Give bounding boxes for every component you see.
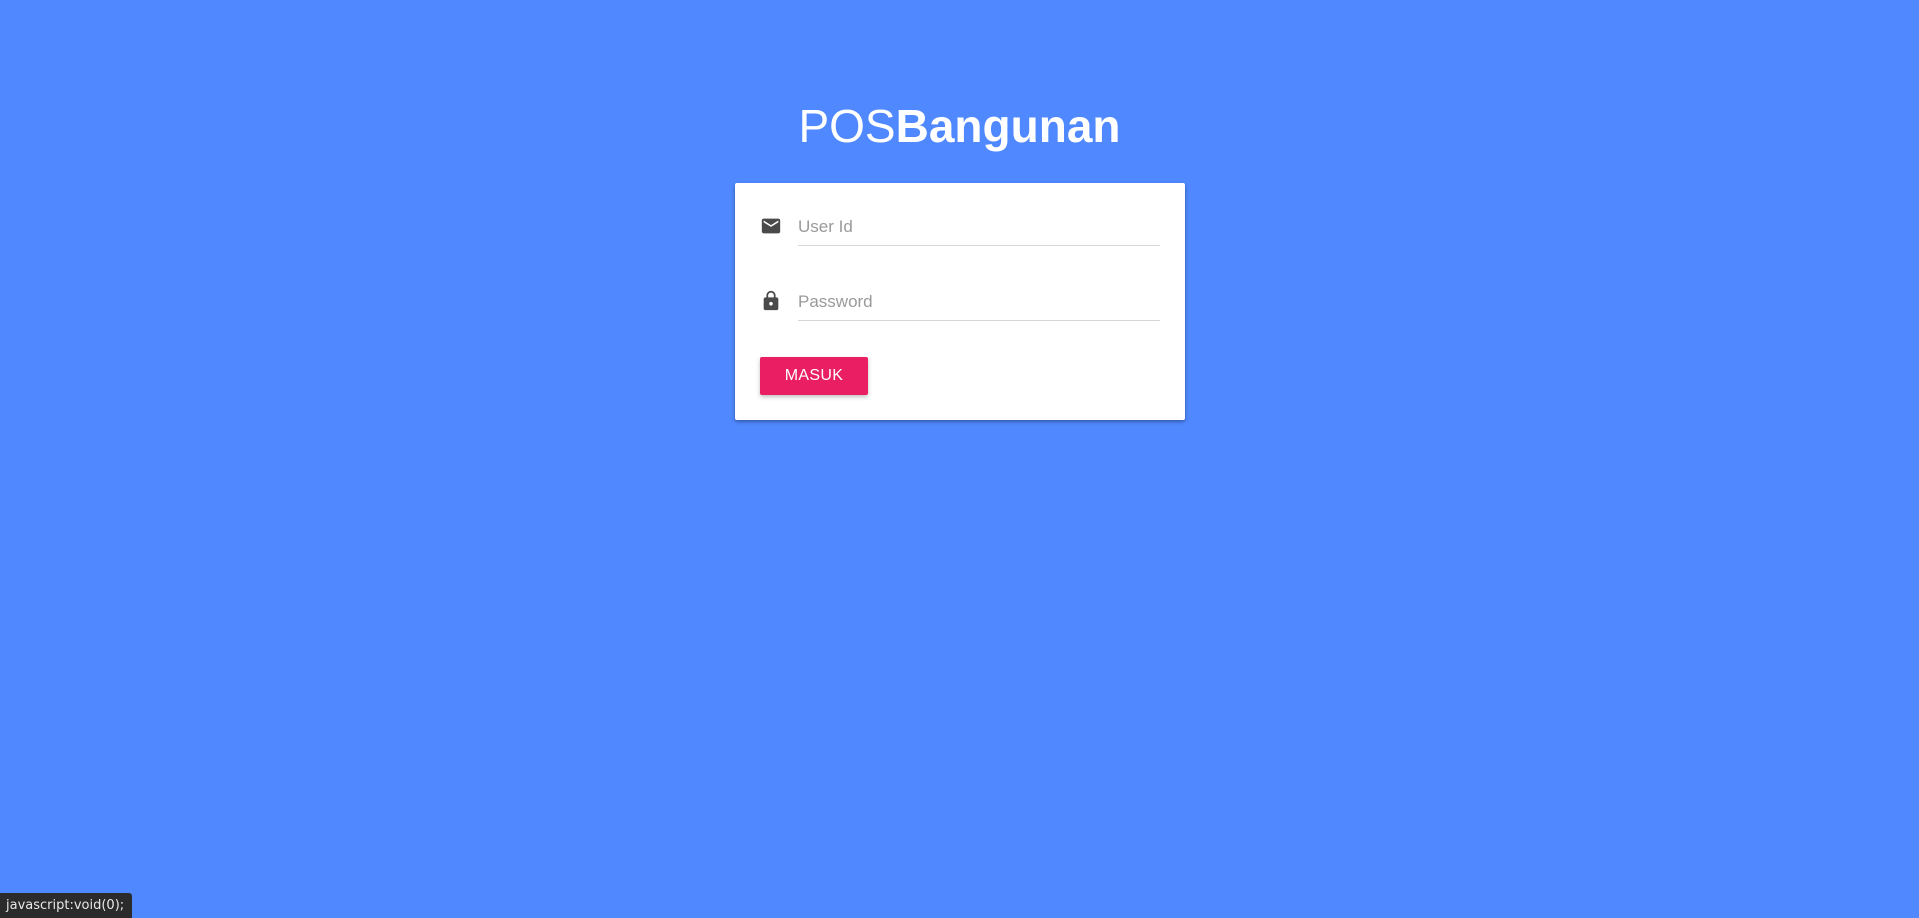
lock-icon — [760, 290, 782, 312]
password-field-group — [760, 284, 1160, 324]
user-id-input[interactable] — [798, 209, 1160, 246]
user-id-field-group — [760, 209, 1160, 249]
logo-light-text: POS — [798, 100, 896, 152]
login-page: POSBangunan MASUK javascript:void(0); — [0, 0, 1919, 918]
login-card: MASUK — [735, 183, 1185, 420]
browser-status-bar: javascript:void(0); — [0, 893, 133, 918]
logo-bold-text: Bangunan — [895, 100, 1121, 152]
app-logo: POSBangunan — [0, 96, 1919, 156]
password-input[interactable] — [798, 284, 1160, 321]
email-icon — [760, 215, 782, 237]
masuk-button[interactable]: MASUK — [760, 357, 868, 395]
